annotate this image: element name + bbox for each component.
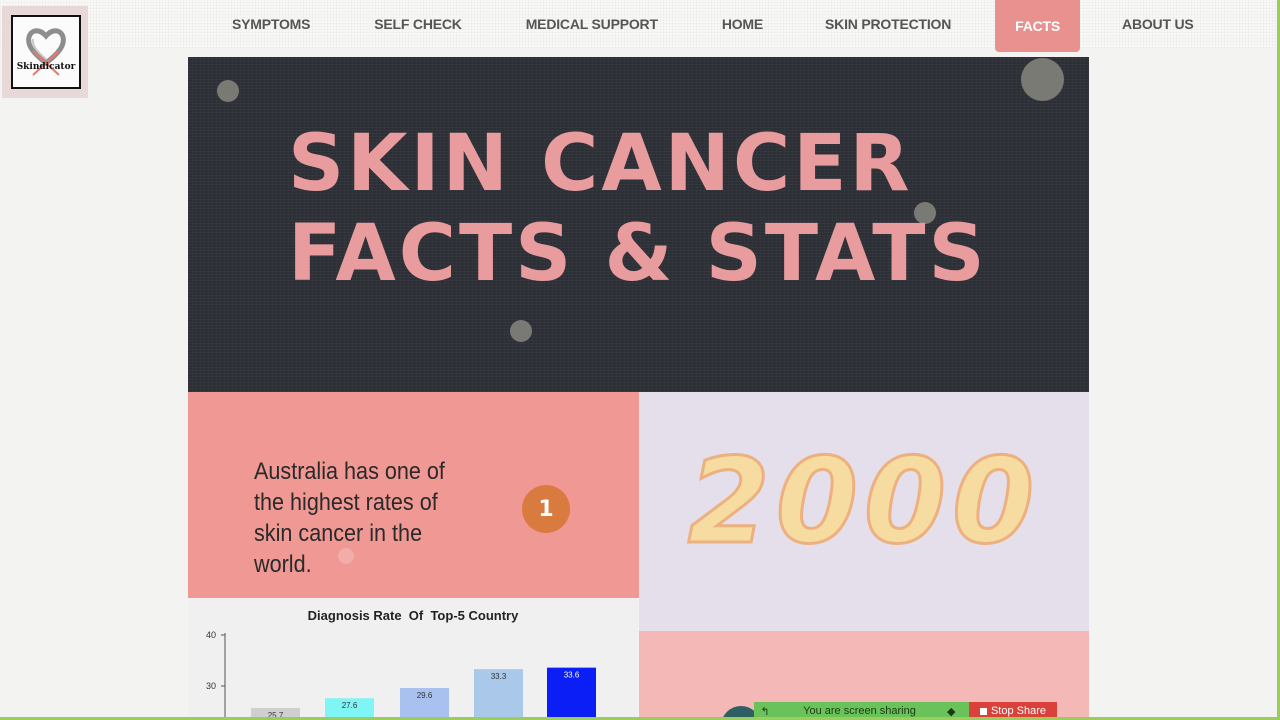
hero-title-line-2: FACTS & STATS (288, 209, 988, 299)
decor-dot (338, 548, 354, 564)
bar-value-label: 25.7 (268, 711, 284, 720)
pin-icon[interactable]: ↰ (758, 705, 772, 718)
fact-card-big-number: 2000 (639, 392, 1089, 631)
screen-share-bar: ↰ You are screen sharing ◆ Stop Share (754, 702, 1057, 720)
logo-frame: Skindicator (11, 15, 81, 89)
diagnosis-rate-chart: 40 30 25.7 27.6 29.6 33.3 33.6 Diagnosis Rate … (188, 598, 638, 720)
nav-item-facts[interactable]: FACTS (995, 0, 1081, 52)
decor-dot (510, 320, 532, 342)
stop-share-label: Stop Share (990, 705, 1047, 717)
nav-item-symptoms[interactable]: SYMPTOMS (200, 0, 342, 48)
decor-dot (1021, 58, 1064, 101)
nav-item-skin-protection[interactable]: SKIN PROTECTION (795, 0, 981, 48)
fact-text: Australia has one of the highest rates o… (254, 458, 445, 578)
hero-banner: SKIN CANCER FACTS & STATS (188, 57, 1089, 392)
nav-item-about-us[interactable]: ABOUT US (1080, 0, 1222, 48)
bar-value-label: 27.6 (342, 701, 358, 710)
bar-value-label: 33.3 (491, 672, 507, 681)
bar-value-label: 33.6 (564, 671, 580, 680)
top-nav-bar: SYMPTOMS SELF CHECK MEDICAL SUPPORT HOME… (0, 0, 1280, 52)
logo-text: Skindicator (16, 62, 76, 72)
main-nav: SYMPTOMS SELF CHECK MEDICAL SUPPORT HOME… (200, 0, 1222, 52)
y-tick-label: 40 (206, 630, 216, 640)
nav-item-self-check[interactable]: SELF CHECK (342, 0, 493, 48)
screen-share-message: You are screen sharing (803, 705, 916, 717)
nav-item-medical-support[interactable]: MEDICAL SUPPORT (494, 0, 690, 48)
big-number: 2000 (686, 431, 1041, 572)
decor-dot (217, 80, 239, 102)
stop-share-button[interactable]: Stop Share (969, 702, 1057, 720)
nav-item-home[interactable]: HOME (690, 0, 795, 48)
stop-icon (979, 707, 987, 715)
fact-number-badge: 1 (522, 485, 570, 533)
hero-title-line-1: SKIN CANCER (288, 119, 913, 209)
page-title: SKIN CANCER FACTS & STATS (288, 119, 988, 299)
site-logo[interactable]: Skindicator (2, 6, 88, 98)
fact-card-australia: Australia has one of the highest rates o… (188, 392, 639, 598)
chart-title: Diagnosis Rate Of Top-5 Country (307, 608, 519, 623)
bar-value-label: 29.6 (417, 691, 433, 700)
shield-icon: ◆ (947, 705, 956, 718)
y-tick-label: 30 (206, 681, 216, 691)
screen-share-status[interactable]: ↰ You are screen sharing ◆ (754, 702, 969, 720)
